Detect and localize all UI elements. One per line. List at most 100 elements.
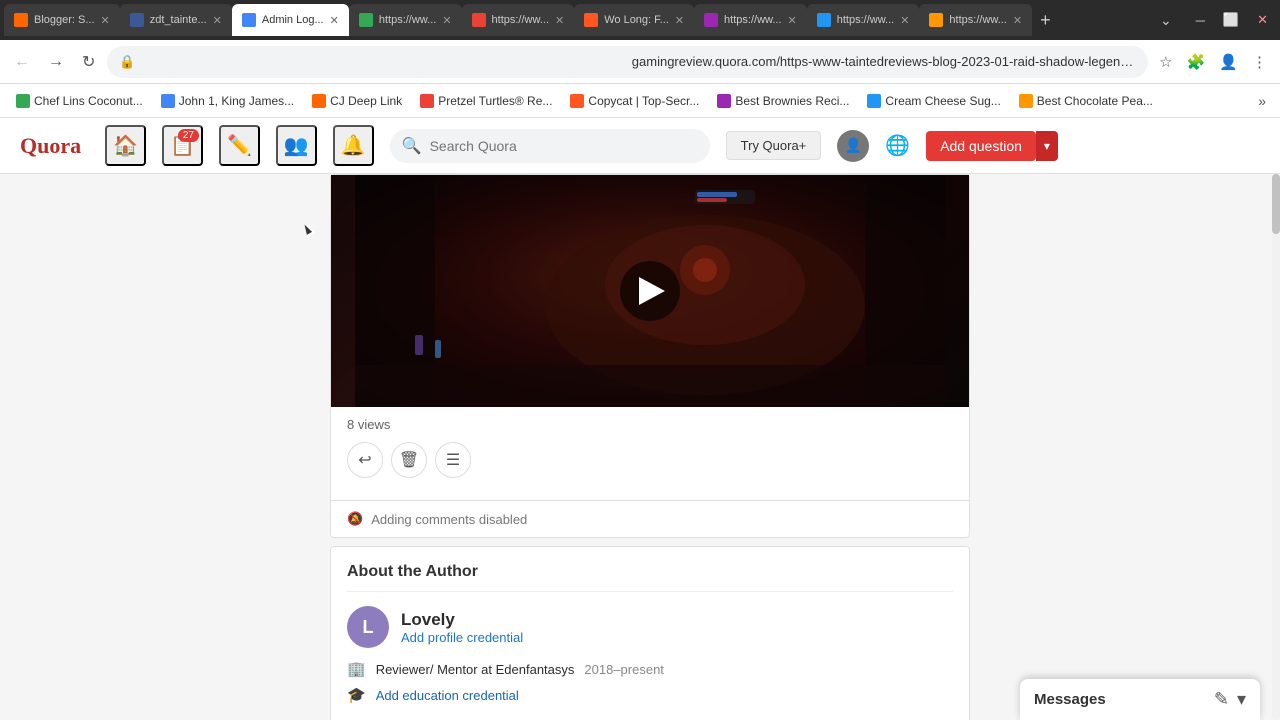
tab-https2[interactable]: https://ww... ✕ <box>462 4 575 36</box>
undo-button[interactable]: ↩ <box>347 442 383 478</box>
bookmark-cj-deep[interactable]: CJ Deep Link <box>304 91 410 111</box>
add-question-dropdown[interactable]: ▾ <box>1036 131 1058 161</box>
add-question-group: Add question ▾ <box>926 131 1058 161</box>
more-button[interactable]: ⋮ <box>1247 49 1272 75</box>
author-role: Reviewer/ Mentor at Edenfantasys <box>376 662 575 677</box>
forward-button[interactable]: → <box>42 49 70 75</box>
tab-close-https4[interactable]: ✕ <box>900 14 909 27</box>
tab-close-zdt[interactable]: ✕ <box>213 14 222 27</box>
bookmark-label-cream: Cream Cheese Sug... <box>885 94 1000 108</box>
bookmark-star-button[interactable]: ☆ <box>1154 49 1177 75</box>
tab-admin[interactable]: Admin Log... ✕ <box>232 4 349 36</box>
bookmark-john1[interactable]: John 1, King James... <box>153 91 302 111</box>
tab-wolong[interactable]: Wo Long: F... ✕ <box>574 4 694 36</box>
video-container[interactable] <box>331 175 969 407</box>
tab-https3[interactable]: https://ww... ✕ <box>694 4 807 36</box>
quora-page: Quora 🏠 📋 27 ✏️ 👥 🔔 🔍 Try Quora+ 👤 🌐 Add… <box>0 118 1280 720</box>
window-controls: ─ ⬜ ✕ <box>1188 8 1276 32</box>
list-button[interactable]: ☰ <box>435 442 471 478</box>
video-play-overlay[interactable] <box>331 175 969 407</box>
scroll-thumb[interactable] <box>1272 174 1280 234</box>
home-nav-button[interactable]: 🏠 <box>105 125 146 166</box>
messages-controls: ✎ ▾ <box>1214 689 1246 710</box>
bookmark-favicon-john <box>161 94 175 108</box>
author-name: Lovely <box>401 610 523 630</box>
profile-button[interactable]: 👤 <box>1214 49 1243 75</box>
author-avatar[interactable]: L <box>347 606 389 648</box>
tab-zdt[interactable]: zdt_tainte... ✕ <box>120 4 232 36</box>
user-avatar[interactable]: 👤 <box>837 130 869 162</box>
extensions-button[interactable]: 🧩 <box>1182 49 1211 75</box>
scrollbar-area <box>970 174 1280 720</box>
tab-close-admin[interactable]: ✕ <box>330 14 339 27</box>
maximize-button[interactable]: ⬜ <box>1215 8 1247 32</box>
tab-favicon-zdt <box>130 13 144 27</box>
bookmark-favicon-brownies <box>717 94 731 108</box>
collapse-messages-button[interactable]: ▾ <box>1237 689 1246 710</box>
search-container[interactable]: 🔍 <box>390 129 710 163</box>
feed-nav-button[interactable]: 📋 27 <box>162 125 203 166</box>
bookmark-label-chef: Chef Lins Coconut... <box>34 94 143 108</box>
tab-close-https5[interactable]: ✕ <box>1013 14 1022 27</box>
bookmark-chef-lins[interactable]: Chef Lins Coconut... <box>8 91 151 111</box>
author-header: L Lovely Add profile credential <box>347 606 953 648</box>
edit-nav-button[interactable]: ✏️ <box>219 125 260 166</box>
try-quora-plus-button[interactable]: Try Quora+ <box>726 131 822 160</box>
views-count: 8 views <box>347 417 953 432</box>
close-button[interactable]: ✕ <box>1249 8 1276 32</box>
reload-button[interactable]: ↻ <box>76 48 101 76</box>
new-tab-button[interactable]: + <box>1032 10 1059 31</box>
article-info: 8 views ↩ 🗑 ☰ <box>331 407 969 500</box>
bookmark-chocolate[interactable]: Best Chocolate Pea... <box>1011 91 1161 111</box>
tab-title-wolong: Wo Long: F... <box>604 14 669 26</box>
tab-title-https1: https://ww... <box>379 14 436 26</box>
bookmark-favicon-pretzel <box>420 94 434 108</box>
bookmark-copycat[interactable]: Copycat | Top-Secr... <box>562 91 707 111</box>
bookmark-cream-cheese[interactable]: Cream Cheese Sug... <box>859 91 1008 111</box>
tab-favicon-blogger <box>14 13 28 27</box>
delete-button[interactable]: 🗑 <box>391 442 427 478</box>
tab-favicon-https2 <box>472 13 486 27</box>
spaces-nav-button[interactable]: 👥 <box>276 125 317 166</box>
scroll-track[interactable] <box>1272 174 1280 720</box>
add-credential-link[interactable]: Add profile credential <box>401 630 523 645</box>
tab-title-admin: Admin Log... <box>262 14 324 26</box>
browser-chrome: Blogger: S... ✕ zdt_tainte... ✕ Admin Lo… <box>0 0 1280 118</box>
tab-favicon-admin <box>242 13 256 27</box>
add-question-button[interactable]: Add question <box>926 131 1036 161</box>
quora-content: 8 views ↩ 🗑 ☰ 🔕 Adding comments disabled… <box>0 174 1280 720</box>
tab-overflow-button[interactable]: ⌄ <box>1152 8 1180 33</box>
bookmark-pretzel[interactable]: Pretzel Turtles® Re... <box>412 91 560 111</box>
messages-widget[interactable]: Messages ✎ ▾ <box>1020 679 1260 720</box>
address-bar[interactable]: 🔒 gamingreview.quora.com/https-www-taint… <box>107 46 1148 78</box>
tab-title-https4: https://ww... <box>837 14 894 26</box>
minimize-button[interactable]: ─ <box>1188 9 1213 32</box>
bookmark-brownies[interactable]: Best Brownies Reci... <box>709 91 857 111</box>
tab-close-wolong[interactable]: ✕ <box>675 14 684 27</box>
tab-close-https1[interactable]: ✕ <box>442 14 451 27</box>
bookmarks-bar: Chef Lins Coconut... John 1, King James.… <box>0 84 1280 118</box>
tab-blogger[interactable]: Blogger: S... ✕ <box>4 4 120 36</box>
tab-https4[interactable]: https://ww... ✕ <box>807 4 920 36</box>
bookmarks-overflow[interactable]: » <box>1252 90 1272 112</box>
tab-close-https2[interactable]: ✕ <box>555 14 564 27</box>
quora-header: Quora 🏠 📋 27 ✏️ 👥 🔔 🔍 Try Quora+ 👤 🌐 Add… <box>0 118 1280 174</box>
search-input[interactable] <box>430 138 698 154</box>
back-button[interactable]: ← <box>8 49 36 75</box>
main-content: 8 views ↩ 🗑 ☰ 🔕 Adding comments disabled… <box>330 174 970 720</box>
add-education-link[interactable]: Add education credential <box>376 688 519 703</box>
article-section: 8 views ↩ 🗑 ☰ 🔕 Adding comments disabled <box>330 174 970 538</box>
language-button[interactable]: 🌐 <box>885 133 910 158</box>
play-button[interactable] <box>620 261 680 321</box>
bookmark-label-brownies: Best Brownies Reci... <box>735 94 849 108</box>
tab-https1[interactable]: https://ww... ✕ <box>349 4 462 36</box>
tab-https5[interactable]: https://ww... ✕ <box>919 4 1032 36</box>
bookmark-favicon-cj <box>312 94 326 108</box>
tab-favicon-https5 <box>929 13 943 27</box>
tab-close-https3[interactable]: ✕ <box>788 14 797 27</box>
bookmark-label-copycat: Copycat | Top-Secr... <box>588 94 699 108</box>
notifications-nav-button[interactable]: 🔔 <box>333 125 374 166</box>
compose-message-button[interactable]: ✎ <box>1214 689 1229 710</box>
quora-logo[interactable]: Quora <box>20 133 81 159</box>
tab-close-blogger[interactable]: ✕ <box>101 14 110 27</box>
